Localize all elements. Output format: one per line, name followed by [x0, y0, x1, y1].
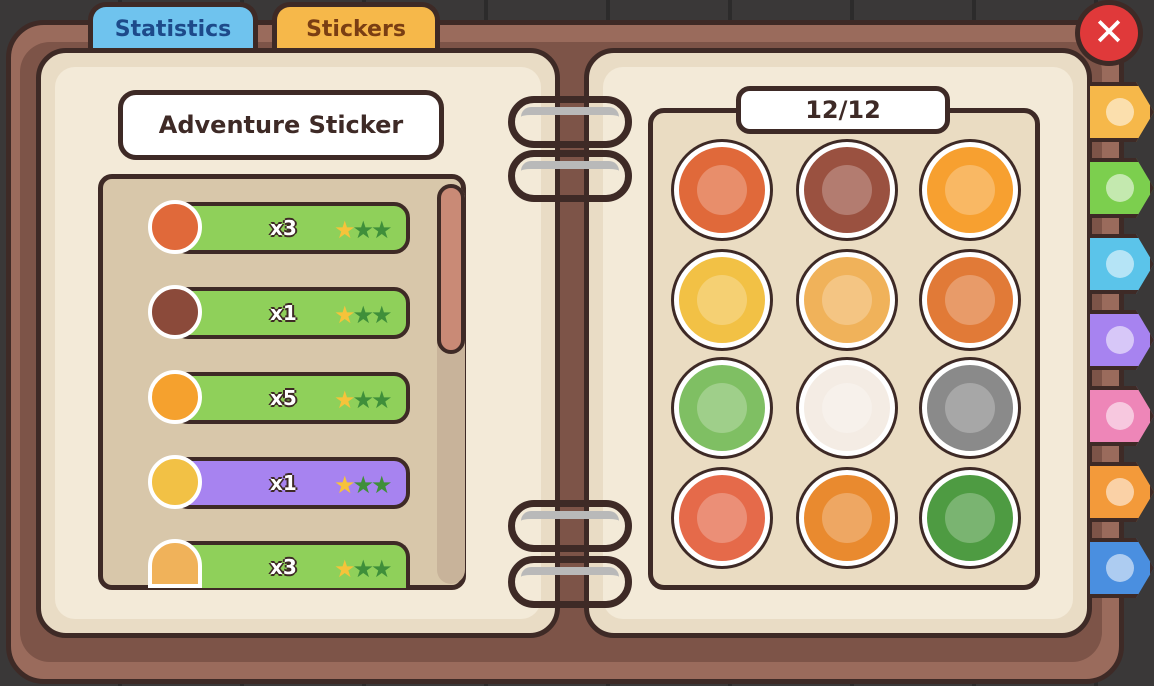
- star-filled-icon: ★: [334, 216, 355, 244]
- collection-progress: 12/12: [736, 86, 950, 134]
- leaf-icon: [945, 275, 995, 325]
- star-empty-icon: ★: [352, 471, 374, 499]
- star-empty-icon: ★: [371, 555, 392, 583]
- star-rating: ★★★: [334, 301, 392, 329]
- star-filled-icon: ★: [334, 386, 355, 414]
- sticker-row-signpost[interactable]: x3 ★★★: [172, 202, 410, 254]
- tent-icon: [822, 493, 872, 543]
- campfire-icon: [148, 370, 202, 424]
- flag-icon: [1106, 402, 1134, 430]
- leaf-sticker[interactable]: [922, 252, 1018, 348]
- star-empty-icon: ★: [352, 216, 374, 244]
- tent-sticker[interactable]: [799, 470, 895, 566]
- pack-title: Adventure Sticker Pack: [118, 90, 444, 199]
- scrollbar-thumb[interactable]: [437, 184, 465, 354]
- sticker-count: x3: [270, 555, 297, 579]
- wand-icon: [1106, 326, 1134, 354]
- duck-icon: [1106, 98, 1134, 126]
- cat-icon: [1106, 250, 1134, 278]
- tab-statistics[interactable]: Statistics: [88, 2, 258, 54]
- star-filled-icon: ★: [334, 555, 355, 583]
- airplane-icon: [1106, 478, 1134, 506]
- star-empty-icon: ★: [371, 386, 392, 414]
- compass-icon: [697, 275, 747, 325]
- paw-print-icon: [148, 285, 202, 339]
- mushroom-icon: [697, 493, 747, 543]
- sticker-count: x1: [270, 301, 297, 325]
- guitar-icon: [148, 539, 202, 588]
- guitar-sticker[interactable]: [799, 252, 895, 348]
- marshmallow-icon: [822, 383, 872, 433]
- close-button[interactable]: ✕: [1075, 0, 1143, 66]
- binder-ring: [508, 556, 632, 608]
- campfire-icon: [945, 165, 995, 215]
- sticker-row-campfire[interactable]: x5 ★★★: [172, 372, 410, 424]
- tab-stickers[interactable]: Stickers: [272, 2, 440, 54]
- map-icon: [697, 383, 747, 433]
- sticker-count: x1: [270, 471, 297, 495]
- pine-tree-sticker[interactable]: [922, 470, 1018, 566]
- pine-tree-icon: [945, 493, 995, 543]
- star-rating: ★★★: [334, 386, 392, 414]
- star-filled-icon: ★: [334, 301, 355, 329]
- star-icon: [1106, 554, 1134, 582]
- star-rating: ★★★: [334, 216, 392, 244]
- paw-print-icon: [822, 165, 872, 215]
- star-empty-icon: ★: [371, 301, 392, 329]
- binder-ring: [508, 500, 632, 552]
- campfire-sticker[interactable]: [922, 142, 1018, 238]
- compass-icon: [148, 455, 202, 509]
- sticker-row-paw-print[interactable]: x1 ★★★: [172, 287, 410, 339]
- star-empty-icon: ★: [371, 471, 392, 499]
- mountain-icon: [945, 383, 995, 433]
- sticker-row-guitar[interactable]: x3 ★★★: [172, 541, 410, 588]
- star-empty-icon: ★: [352, 555, 374, 583]
- star-empty-icon: ★: [352, 301, 374, 329]
- star-empty-icon: ★: [352, 386, 374, 414]
- sticker-count: x3: [270, 216, 297, 240]
- paw-print-sticker[interactable]: [799, 142, 895, 238]
- mushroom-sticker[interactable]: [674, 470, 770, 566]
- signpost-icon: [697, 165, 747, 215]
- leaf-icon: [1106, 174, 1134, 202]
- sticker-row-compass[interactable]: x1 ★★★: [172, 457, 410, 509]
- compass-sticker[interactable]: [674, 252, 770, 348]
- signpost-sticker[interactable]: [674, 142, 770, 238]
- mountain-sticker[interactable]: [922, 360, 1018, 456]
- map-sticker[interactable]: [674, 360, 770, 456]
- star-empty-icon: ★: [371, 216, 392, 244]
- star-filled-icon: ★: [334, 471, 355, 499]
- sticker-count: x5: [270, 386, 297, 410]
- binder-ring: [508, 150, 632, 202]
- binder-ring: [508, 96, 632, 148]
- star-rating: ★★★: [334, 555, 392, 583]
- signpost-icon: [148, 200, 202, 254]
- guitar-icon: [822, 275, 872, 325]
- marshmallow-sticker[interactable]: [799, 360, 895, 456]
- star-rating: ★★★: [334, 471, 392, 499]
